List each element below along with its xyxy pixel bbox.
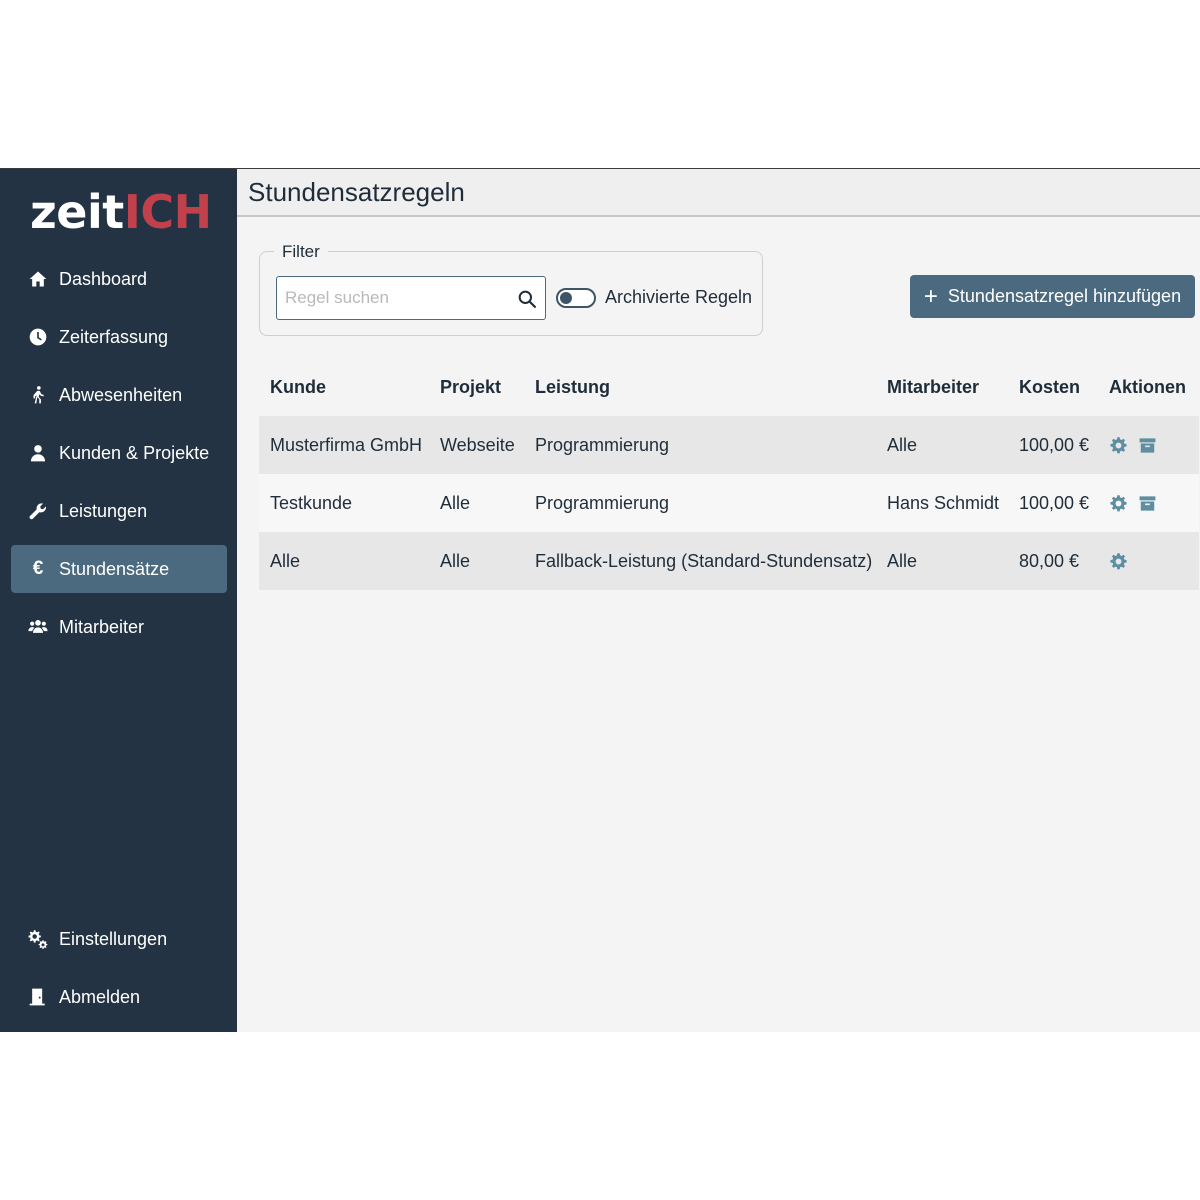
sidebar-item-abwesenheiten[interactable]: Abwesenheiten <box>11 371 227 419</box>
clock-icon <box>27 326 49 348</box>
cogs-icon <box>27 928 49 950</box>
sidebar-nav: Dashboard Zeiterfassung Abwesenheiten Ku… <box>11 255 227 661</box>
app-window: zeitICH Dashboard Zeiterfassung Abwesenh… <box>0 168 1200 1032</box>
settings-gear-icon[interactable] <box>1109 552 1128 571</box>
cell-kosten: 100,00 € <box>1019 434 1090 455</box>
plus-icon: + <box>923 282 938 310</box>
search-input[interactable] <box>277 277 507 319</box>
settings-gear-icon[interactable] <box>1109 436 1128 455</box>
sidebar-bottom-nav: Einstellungen Abmelden <box>11 915 227 1031</box>
sidebar-item-label: Einstellungen <box>59 928 168 949</box>
sidebar-item-einstellungen[interactable]: Einstellungen <box>11 915 227 963</box>
cell-kunde: Testkunde <box>270 492 353 513</box>
cell-projekt: Webseite <box>440 434 515 455</box>
table-row[interactable]: Musterfirma GmbH Webseite Programmierung… <box>259 416 1199 474</box>
rate-rules-table: Kunde Projekt Leistung Mitarbeiter Koste… <box>259 358 1199 590</box>
toggle-knob <box>560 292 572 304</box>
logo-text-ich: ICH <box>123 185 212 239</box>
table-header: Kunde Projekt Leistung Mitarbeiter Koste… <box>259 358 1199 416</box>
cell-aktionen <box>1098 552 1199 571</box>
main-content: Stundensatzregeln Filter Archivierte Reg… <box>237 169 1200 1032</box>
cell-leistung: Programmierung <box>535 492 670 513</box>
column-header-aktionen: Aktionen <box>1109 376 1187 397</box>
column-header-leistung[interactable]: Leistung <box>524 377 876 398</box>
table-row[interactable]: Testkunde Alle Programmierung Hans Schmi… <box>259 474 1199 532</box>
app-logo[interactable]: zeitICH <box>30 187 212 237</box>
euro-icon: € <box>27 558 49 580</box>
sidebar-item-kunden-projekte[interactable]: Kunden & Projekte <box>11 429 227 477</box>
cell-kunde: Alle <box>270 550 301 571</box>
sidebar-item-label: Abwesenheiten <box>59 384 183 405</box>
home-icon <box>27 268 49 290</box>
walking-icon <box>27 384 49 406</box>
euro-symbol: € <box>32 558 44 579</box>
user-icon <box>27 442 49 464</box>
cell-projekt: Alle <box>440 492 471 513</box>
column-header-projekt[interactable]: Projekt <box>429 377 524 398</box>
sidebar-item-abmelden[interactable]: Abmelden <box>11 973 227 1021</box>
sidebar-item-label: Stundensätze <box>59 558 170 579</box>
sidebar-item-label: Kunden & Projekte <box>59 442 210 463</box>
cell-kosten: 80,00 € <box>1019 550 1080 571</box>
column-header-kosten[interactable]: Kosten <box>1008 377 1098 398</box>
cell-aktionen <box>1098 494 1199 513</box>
sidebar-item-label: Abmelden <box>59 986 141 1007</box>
add-rate-rule-button[interactable]: + Stundensatzregel hinzufügen <box>910 275 1195 318</box>
sidebar-item-mitarbeiter[interactable]: Mitarbeiter <box>11 603 227 651</box>
cell-mitarbeiter: Hans Schmidt <box>887 492 1000 513</box>
archive-icon[interactable] <box>1138 494 1157 513</box>
filter-legend: Filter <box>274 242 328 262</box>
sidebar: zeitICH Dashboard Zeiterfassung Abwesenh… <box>0 169 237 1032</box>
cell-leistung: Fallback-Leistung (Standard-Stundensatz) <box>535 550 873 571</box>
sidebar-item-stundensaetze[interactable]: € Stundensätze <box>11 545 227 593</box>
archive-icon[interactable] <box>1138 436 1157 455</box>
cell-leistung: Programmierung <box>535 434 670 455</box>
cell-aktionen <box>1098 436 1199 455</box>
sidebar-item-label: Mitarbeiter <box>59 616 145 637</box>
page-title: Stundensatzregeln <box>248 176 465 207</box>
archived-toggle[interactable] <box>556 288 596 308</box>
search-icon[interactable] <box>517 289 537 309</box>
wrench-icon <box>27 500 49 522</box>
cell-kunde: Musterfirma GmbH <box>270 434 423 455</box>
sidebar-item-label: Dashboard <box>59 268 148 289</box>
sidebar-item-label: Leistungen <box>59 500 148 521</box>
column-header-mitarbeiter[interactable]: Mitarbeiter <box>876 377 1008 398</box>
settings-gear-icon[interactable] <box>1109 494 1128 513</box>
cell-projekt: Alle <box>440 550 471 571</box>
table-row[interactable]: Alle Alle Fallback-Leistung (Standard-St… <box>259 532 1199 590</box>
door-icon <box>27 986 49 1008</box>
filter-panel: Filter Archivierte Regeln <box>259 242 763 336</box>
cell-kosten: 100,00 € <box>1019 492 1090 513</box>
cell-mitarbeiter: Alle <box>887 550 918 571</box>
users-icon <box>27 616 49 638</box>
column-header-kunde[interactable]: Kunde <box>259 377 429 398</box>
add-rate-rule-label: Stundensatzregel hinzufügen <box>947 286 1182 306</box>
cell-mitarbeiter: Alle <box>887 434 918 455</box>
sidebar-item-dashboard[interactable]: Dashboard <box>11 255 227 303</box>
sidebar-item-leistungen[interactable]: Leistungen <box>11 487 227 535</box>
logo-text-zeit: zeit <box>30 185 124 239</box>
sidebar-item-label: Zeiterfassung <box>59 326 169 347</box>
sidebar-item-zeiterfassung[interactable]: Zeiterfassung <box>11 313 227 361</box>
search-field <box>276 276 546 320</box>
archived-toggle-label: Archivierte Regeln <box>605 287 753 307</box>
page-header: Stundensatzregeln <box>237 169 1200 217</box>
